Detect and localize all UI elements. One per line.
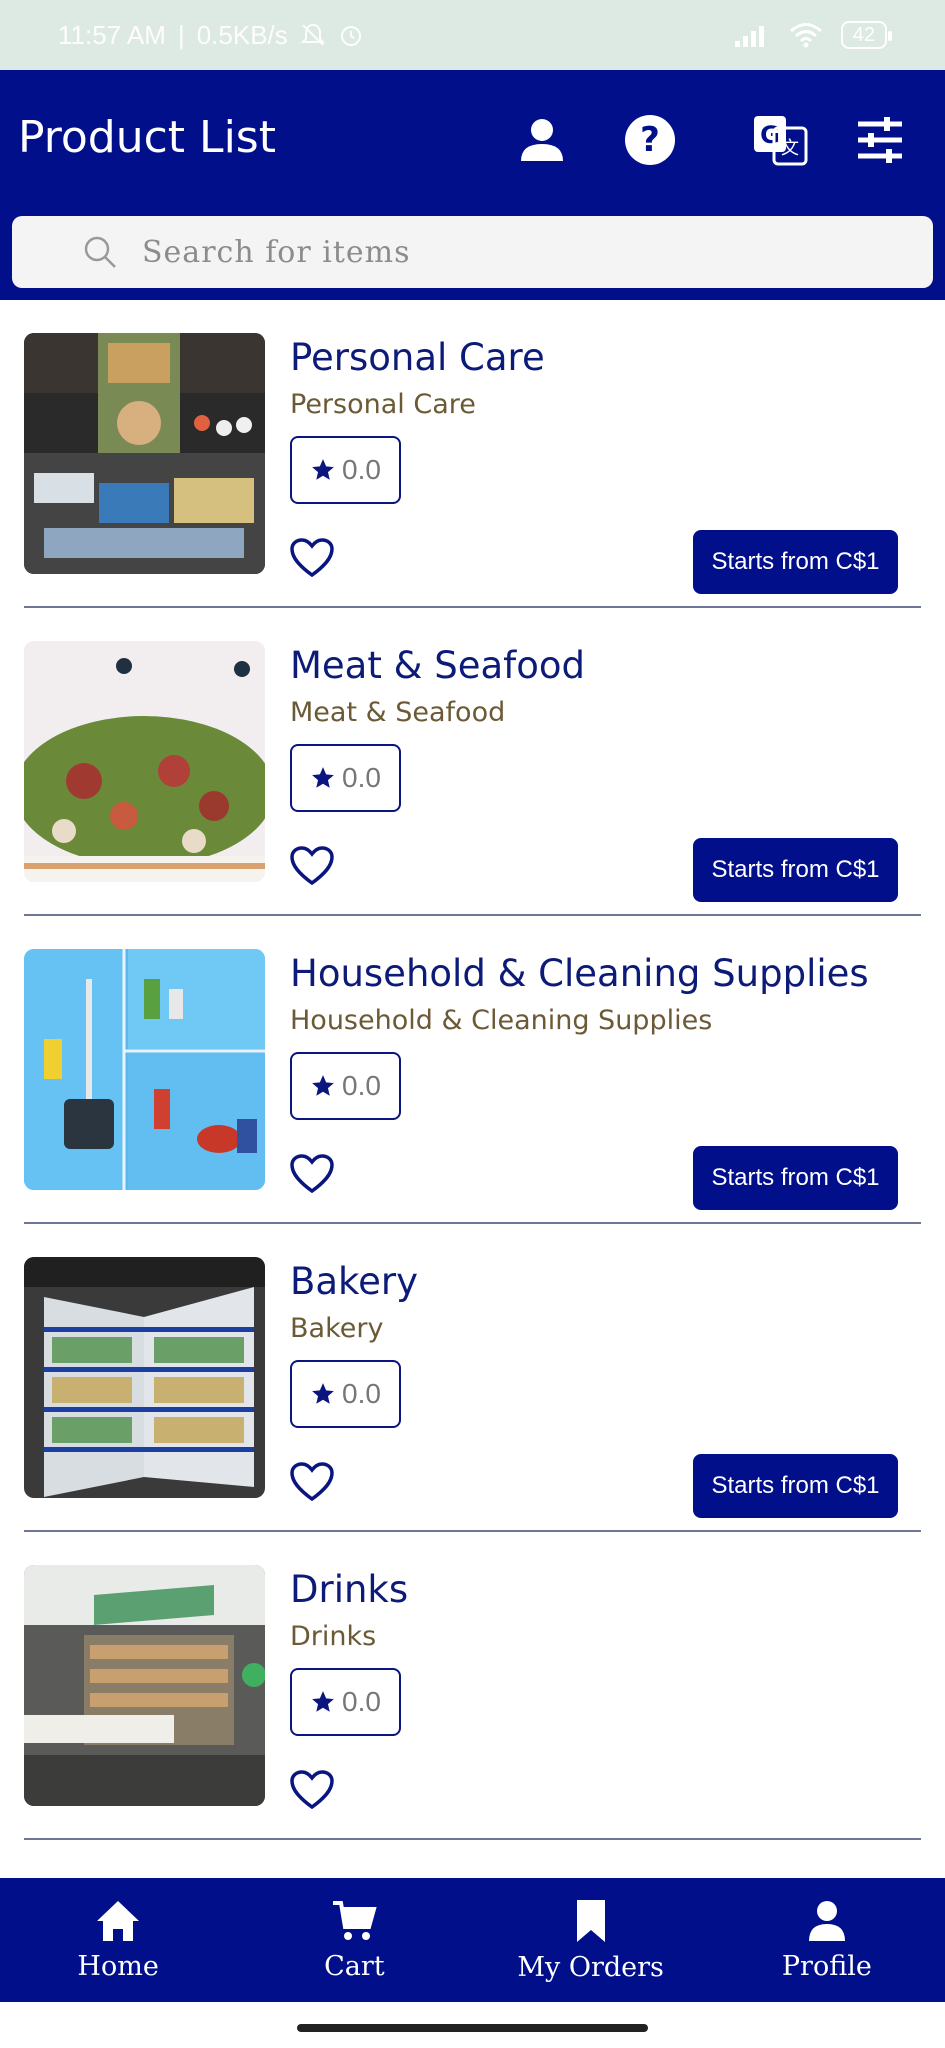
- star-icon: [312, 767, 334, 788]
- rating-value: 0.0: [342, 1378, 381, 1409]
- favorite-heart-icon[interactable]: [290, 1462, 334, 1502]
- signal-icon: [734, 26, 764, 47]
- product-category: Bakery: [290, 1313, 384, 1344]
- product-list: Personal Care Personal Care 0.0 Starts f…: [0, 300, 945, 1840]
- cart-icon: [333, 1900, 378, 1940]
- network-speed: 0.5KB/s: [196, 19, 288, 50]
- mute-icon: [300, 23, 326, 46]
- nav-home[interactable]: Home: [0, 1878, 236, 2002]
- search-bar[interactable]: [12, 216, 933, 288]
- status-bar: 11:57 AM | 0.5KB/s 42: [0, 0, 945, 70]
- rating-badge: 0.0: [290, 436, 401, 504]
- rating-badge: 0.0: [290, 1668, 401, 1736]
- person-icon: [808, 1900, 845, 1941]
- page-title: Product List: [18, 112, 276, 163]
- favorite-heart-icon[interactable]: [290, 538, 334, 578]
- nav-my-orders[interactable]: My Orders: [473, 1878, 709, 2002]
- rating-value: 0.0: [342, 1070, 381, 1101]
- starts-from-button[interactable]: Starts from C$1: [693, 530, 898, 594]
- product-title: Personal Care: [290, 336, 545, 379]
- favorite-heart-icon[interactable]: [290, 1770, 334, 1810]
- gesture-bar: [297, 2024, 648, 2032]
- product-title: Bakery: [290, 1260, 419, 1303]
- filter-icon[interactable]: [850, 110, 910, 170]
- product-card[interactable]: Personal Care Personal Care 0.0 Starts f…: [24, 300, 921, 608]
- product-card[interactable]: Meat & Seafood Meat & Seafood 0.0 Starts…: [24, 608, 921, 916]
- product-category: Household & Cleaning Supplies: [290, 1005, 713, 1036]
- product-category: Personal Care: [290, 389, 476, 420]
- nav-profile-label: Profile: [781, 1950, 872, 1982]
- nav-home-label: Home: [77, 1950, 159, 1982]
- product-title: Meat & Seafood: [290, 644, 585, 687]
- product-image[interactable]: [24, 333, 265, 574]
- svg-text:?: ?: [640, 120, 660, 160]
- account-icon[interactable]: [512, 110, 572, 170]
- rating-value: 0.0: [342, 1686, 381, 1717]
- svg-text:G: G: [760, 121, 780, 149]
- status-right: 42: [734, 21, 893, 49]
- bookmark-icon: [576, 1899, 605, 1942]
- app-header: Product List ? G文: [0, 70, 945, 300]
- product-card[interactable]: Bakery Bakery 0.0 Starts from C$1: [24, 1224, 921, 1532]
- battery-indicator: 42: [840, 21, 893, 49]
- star-icon: [312, 459, 334, 480]
- nav-cart[interactable]: Cart: [236, 1878, 472, 2002]
- product-title: Household & Cleaning Supplies: [290, 952, 869, 995]
- home-icon: [97, 1900, 140, 1941]
- product-card[interactable]: Drinks Drinks 0.0: [24, 1532, 921, 1840]
- product-image[interactable]: [24, 1257, 265, 1498]
- rating-badge: 0.0: [290, 1360, 401, 1428]
- bottom-navigation: Home Cart My Orders Profile: [0, 1878, 945, 2002]
- rating-value: 0.0: [342, 762, 381, 793]
- star-icon: [312, 1075, 334, 1096]
- search-input[interactable]: [142, 216, 902, 288]
- translate-icon[interactable]: G文: [750, 110, 810, 170]
- favorite-heart-icon[interactable]: [290, 846, 334, 886]
- alarm-icon: [340, 26, 361, 46]
- product-category: Drinks: [290, 1621, 377, 1652]
- product-title: Drinks: [290, 1568, 409, 1611]
- product-image[interactable]: [24, 949, 265, 1190]
- favorite-heart-icon[interactable]: [290, 1154, 334, 1194]
- starts-from-button[interactable]: Starts from C$1: [693, 838, 898, 902]
- starts-from-button[interactable]: Starts from C$1: [693, 1146, 898, 1210]
- nav-profile[interactable]: Profile: [709, 1878, 945, 2002]
- help-icon[interactable]: ?: [620, 110, 680, 170]
- svg-text:文: 文: [781, 138, 799, 159]
- search-icon: [84, 236, 116, 268]
- nav-cart-label: Cart: [324, 1950, 385, 1982]
- product-image[interactable]: [24, 641, 265, 882]
- rating-badge: 0.0: [290, 744, 401, 812]
- rating-badge: 0.0: [290, 1052, 401, 1120]
- nav-orders-label: My Orders: [517, 1951, 664, 1983]
- status-left: 11:57 AM | 0.5KB/s: [58, 20, 364, 51]
- star-icon: [312, 1383, 334, 1404]
- product-category: Meat & Seafood: [290, 697, 506, 728]
- rating-value: 0.0: [342, 454, 381, 485]
- wifi-icon: [789, 23, 822, 48]
- product-image[interactable]: [24, 1565, 265, 1806]
- status-time: 11:57 AM: [58, 19, 166, 50]
- star-icon: [312, 1691, 334, 1712]
- product-card[interactable]: Household & Cleaning Supplies Household …: [24, 916, 921, 1224]
- starts-from-button[interactable]: Starts from C$1: [693, 1454, 898, 1518]
